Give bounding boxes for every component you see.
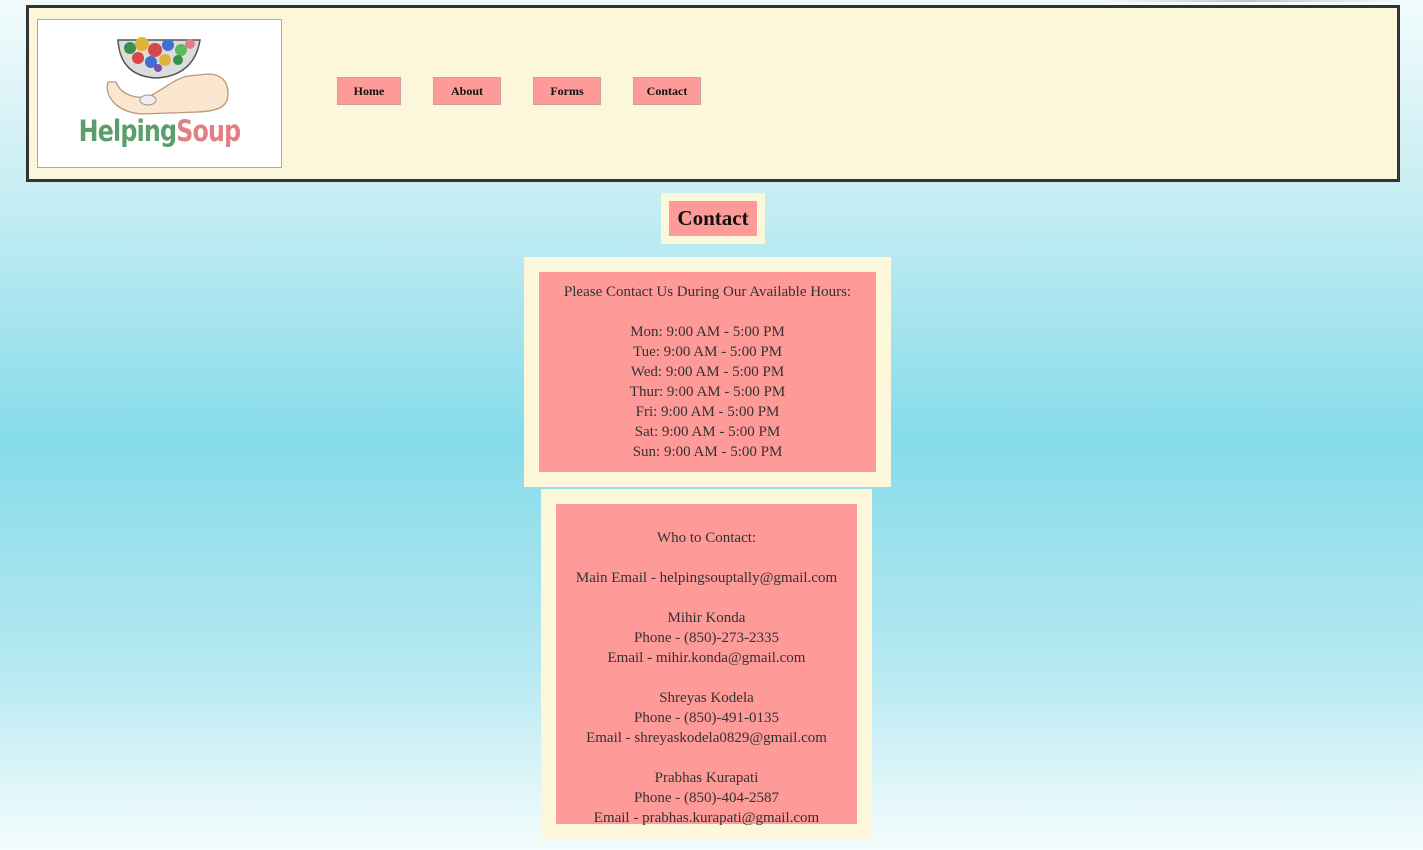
hours-content: Please Contact Us During Our Available H…: [539, 272, 876, 472]
logo-wordmark: HelpingSoup: [60, 114, 259, 148]
contact-phone: Phone - (850)-491-0135: [634, 710, 779, 726]
logo-word-soup: Soup: [176, 114, 241, 148]
logo-word-helping: Helping: [78, 114, 177, 148]
hours-heading: Please Contact Us During Our Available H…: [563, 284, 852, 300]
hours-tue: Tue: 9:00 AM - 5:00 PM: [632, 344, 783, 360]
top-edge-shadow: [1100, 0, 1400, 2]
hours-sat: Sat: 9:00 AM - 5:00 PM: [634, 424, 781, 440]
contact-name: Shreyas Kodela: [659, 690, 754, 706]
page-title: Contact: [669, 201, 757, 236]
nav-about-button[interactable]: About: [433, 77, 501, 105]
contacts-panel: Who to Contact: Main Email - helpingsoup…: [541, 489, 872, 839]
contact-name: Prabhas Kurapati: [654, 770, 759, 786]
contact-email: Email - mihir.konda@gmail.com: [607, 650, 806, 666]
bowl-in-hand-icon: [106, 37, 229, 115]
nav-forms-button[interactable]: Forms: [533, 77, 601, 105]
contacts-content: Who to Contact: Main Email - helpingsoup…: [556, 504, 857, 826]
contacts-heading: Who to Contact:: [656, 530, 757, 546]
hours-sun: Sun: 9:00 AM - 5:00 PM: [632, 444, 783, 460]
contact-phone: Phone - (850)-273-2335: [634, 630, 779, 646]
main-email: Main Email - helpingsouptally@gmail.com: [575, 570, 838, 586]
hours-panel: Please Contact Us During Our Available H…: [524, 257, 891, 487]
site-logo[interactable]: HelpingSoup: [37, 19, 282, 168]
nav-home-button[interactable]: Home: [337, 77, 401, 105]
contact-email: Email - shreyaskodela0829@gmail.com: [586, 730, 827, 746]
main-nav: Home About Forms Contact: [337, 77, 701, 105]
nav-contact-button[interactable]: Contact: [633, 77, 701, 105]
contact-name: Mihir Konda: [667, 610, 746, 626]
hours-fri: Fri: 9:00 AM - 5:00 PM: [635, 404, 780, 420]
hours-mon: Mon: 9:00 AM - 5:00 PM: [630, 324, 785, 340]
contact-phone: Phone - (850)-404-2587: [634, 790, 779, 806]
hours-thur: Thur: 9:00 AM - 5:00 PM: [629, 384, 786, 400]
site-header: HelpingSoup Home About Forms Contact: [26, 5, 1400, 182]
contact-email: Email - prabhas.kurapati@gmail.com: [593, 810, 820, 826]
page-title-frame: Contact: [661, 193, 765, 244]
hours-wed: Wed: 9:00 AM - 5:00 PM: [630, 364, 785, 380]
